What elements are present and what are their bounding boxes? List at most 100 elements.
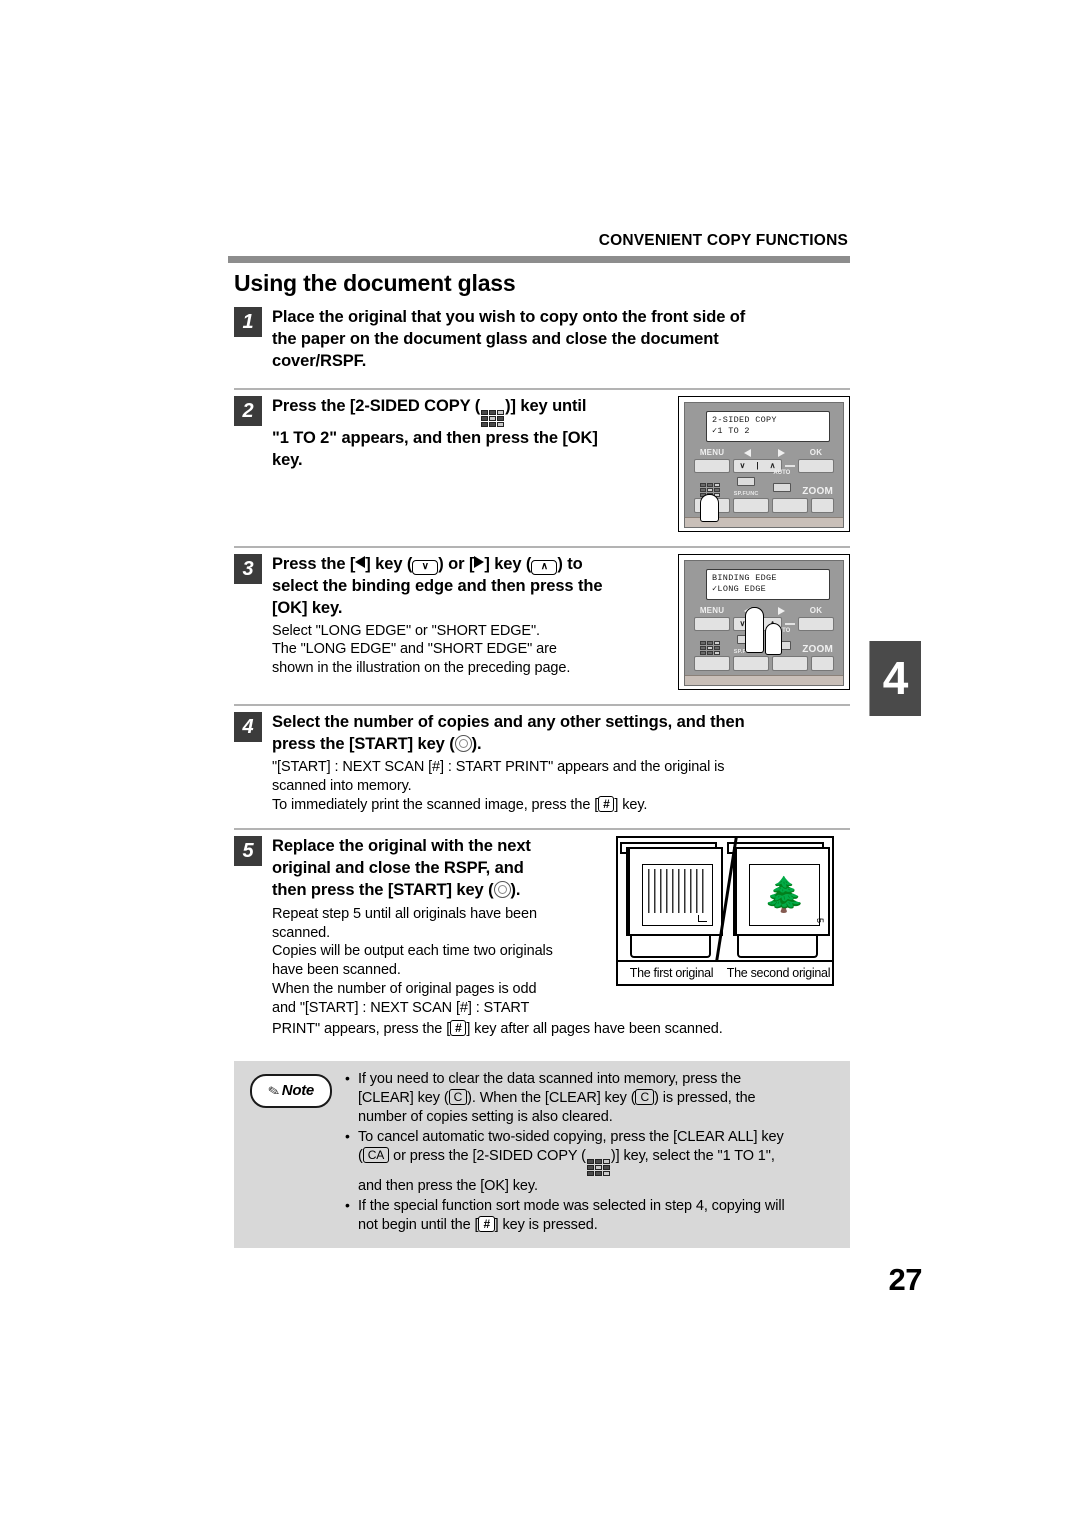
step-1-heading: Place the original that you wish to copy… [272, 307, 850, 372]
originals-illustration: 🌲 5 The first original The second origin… [616, 836, 834, 987]
step-2-line1a: Press the [2-SIDED COPY ( [272, 397, 481, 416]
two-sided-copy-key[interactable] [694, 656, 730, 672]
note-2-e: and then press the [OK] key. [358, 1178, 538, 1195]
nav-down-glyph: ∨ [739, 461, 746, 471]
control-panel-illustration-step-2: 2-SIDED COPY ✓1 TO 2 MENU OK ∨ | ∧ SP.FU… [678, 396, 850, 533]
menu-key[interactable] [694, 617, 730, 632]
step-4-sub2: scanned into memory. [272, 777, 412, 794]
step-3-sub3: shown in the illustration on the precedi… [272, 660, 571, 677]
step-5-sub5: When the number of original pages is odd [272, 981, 537, 998]
step-1: 1 Place the original that you wish to co… [234, 301, 850, 372]
step-1-line2: the paper on the document glass and clos… [272, 329, 719, 348]
step-5-sub1: Repeat step 5 until all originals have b… [272, 905, 537, 922]
two-sided-copy-panel-icon [694, 632, 727, 656]
note-2-d: )] key, select the "1 TO 1", [610, 1148, 775, 1165]
step-5-heading: Replace the original with the next origi… [272, 836, 606, 901]
step-5-sub7b: ] key after all pages have been scanned. [466, 1020, 723, 1037]
hash-key-icon: # [598, 795, 615, 812]
ok-key[interactable] [798, 617, 834, 632]
zoom-key[interactable] [811, 498, 834, 514]
auto-label: AUTO [773, 470, 791, 477]
zoom-label: ZOOM [802, 486, 834, 498]
auto-exposure-key[interactable] [772, 498, 808, 514]
panel-base [685, 675, 843, 686]
step-1-number: 1 [234, 307, 262, 337]
zoom-key[interactable] [811, 656, 834, 672]
page-content: CONVENIENT COPY FUNCTIONS Using the docu… [228, 232, 850, 1249]
two-sided-copy-icon [480, 409, 505, 428]
hash-key-icon: # [478, 1216, 495, 1233]
auto-exposure-key[interactable] [772, 656, 808, 672]
step-5-a: then press the [START] key ( [272, 880, 494, 899]
step-4-sub3b: ] key. [614, 796, 648, 813]
step-3-sub1: Select "LONG EDGE" or "SHORT EDGE". [272, 622, 540, 639]
first-original-sheet [642, 864, 713, 927]
step-3-b: ] key ( [365, 555, 413, 574]
sp-func-label: SP.FUNC [733, 491, 759, 498]
note-badge: ✎ Note [250, 1073, 332, 1108]
step-2-line3: key. [272, 451, 303, 470]
panel-icon-row-step2: SP.FUNC AUTO ZOOM [694, 470, 834, 498]
step-3-sub: Select "LONG EDGE" or "SHORT EDGE". The … [272, 622, 668, 679]
note-1-c: ). When the [CLEAR] key ( [467, 1089, 636, 1106]
panel-bottom-row-step2 [694, 494, 834, 523]
ok-key[interactable] [798, 459, 834, 474]
step-4-sub1: "[START] : NEXT SCAN [#] : START PRINT" … [272, 758, 725, 775]
ok-label: OK [809, 606, 823, 616]
pointing-finger-icon [700, 494, 719, 523]
caption-second-original: The second original [726, 966, 831, 981]
auto-exposure-panel-icon: AUTO [766, 461, 799, 497]
nav-divider-glyph: | [756, 461, 759, 471]
step-5-number: 5 [234, 836, 262, 867]
special-function-key[interactable] [733, 498, 769, 514]
step-1-line1: Place the original that you wish to copy… [272, 308, 746, 326]
step-4-number: 4 [234, 712, 262, 743]
zoom-label: ZOOM [802, 644, 834, 656]
note-item-2: To cancel automatic two-sided copying, p… [345, 1127, 840, 1196]
menu-key[interactable] [694, 459, 730, 474]
step-4-b: ). [471, 735, 482, 754]
step-3-c: ) or [ [438, 555, 475, 574]
note-1-e: number of copies setting is also cleared… [358, 1108, 613, 1125]
step-5-sub-last: PRINT" appears, press the [#] key after … [272, 1019, 850, 1039]
step-2-line1b: )] key until [505, 397, 587, 416]
lcd-line-1: BINDING EDGE [712, 573, 777, 584]
step-4-sub: "[START] : NEXT SCAN [#] : START PRINT" … [272, 758, 850, 815]
step-4: 4 Select the number of copies and any ot… [234, 704, 850, 814]
note-item-1: If you need to clear the data scanned in… [345, 1069, 840, 1127]
pointing-finger-icon [745, 607, 764, 654]
step-5-line1: Replace the original with the next [272, 837, 531, 856]
right-triangle-icon [474, 556, 485, 569]
panel-button-row-step3: ∨ | ∧ [694, 617, 834, 632]
ok-label: OK [809, 448, 823, 458]
note-3-b: not begin until the [ [358, 1217, 479, 1234]
note-3-c: ] key is pressed. [494, 1217, 598, 1234]
lcd-line-2: ✓LONG EDGE [712, 584, 767, 595]
note-1-a: If you need to clear the data scanned in… [358, 1070, 742, 1087]
note-3-a: If the special function sort mode was se… [358, 1198, 785, 1215]
step-5-sub3: Copies will be output each time two orig… [272, 943, 553, 960]
step-4-sub3a: To immediately print the scanned image, … [272, 796, 599, 813]
right-arrow-icon [777, 606, 785, 615]
two-sided-copy-icon [586, 1158, 611, 1177]
step-3-heading: Press the [] key (∨) or [] key (∧) to se… [272, 554, 668, 619]
step-5-b: ). [510, 880, 521, 899]
step-2-number: 2 [234, 396, 262, 427]
special-function-key[interactable] [733, 656, 769, 672]
special-function-panel-icon: SP.FUNC [730, 473, 763, 497]
note-box: ✎ Note If you need to clear the data sca… [234, 1060, 850, 1249]
panel-labels-row-step2: MENU OK [694, 447, 834, 458]
tree-illustration-icon: 🌲 [763, 876, 806, 915]
step-3-sub2: The "LONG EDGE" and "SHORT EDGE" are [272, 641, 557, 658]
second-original-pane: 🌲 5 [725, 838, 832, 960]
step-5: 5 Replace the original with the next ori… [234, 828, 850, 1038]
step-1-line3: cover/RSPF. [272, 351, 367, 370]
note-list: If you need to clear the data scanned in… [342, 1069, 840, 1237]
step-4-heading: Select the number of copies and any othe… [272, 712, 850, 756]
up-key-icon: ∧ [531, 560, 558, 576]
step-5-sub2: scanned. [272, 924, 331, 941]
step-5-sub6: and "[START] : NEXT SCAN [#] : START [272, 999, 530, 1016]
lcd-display-step3: BINDING EDGE ✓LONG EDGE [706, 569, 830, 601]
chapter-tab: 4 [869, 641, 921, 716]
second-page-mark: 5 [815, 918, 825, 924]
